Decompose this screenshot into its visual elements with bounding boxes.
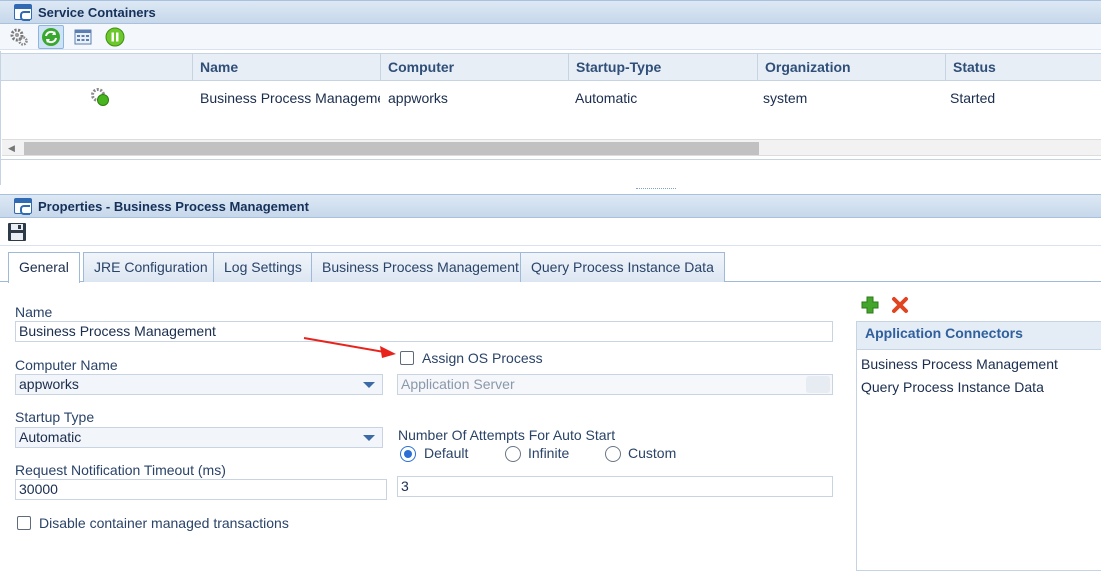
app-logo-icon: [14, 4, 32, 21]
properties-header: Properties - Business Process Management: [0, 194, 1101, 218]
tab-business-process-management[interactable]: Business Process Management: [311, 252, 530, 282]
computer-name-label: Computer Name: [15, 357, 118, 373]
radio-custom-label: Custom: [628, 445, 677, 461]
row-computer-cell: appworks: [388, 90, 448, 106]
radio-custom[interactable]: [605, 446, 621, 462]
disable-tx-checkbox[interactable]: [17, 516, 31, 530]
computer-name-select[interactable]: appworks: [15, 374, 383, 395]
container-status-cell: [89, 82, 119, 114]
column-header-startup-type[interactable]: Startup-Type: [568, 54, 757, 80]
save-icon: [8, 222, 26, 241]
horizontal-scrollbar[interactable]: ◀: [2, 139, 1101, 156]
startup-type-value: Automatic: [19, 429, 82, 445]
row-startup-type-cell: Automatic: [575, 90, 638, 106]
column-header-status[interactable]: Status: [945, 54, 1101, 80]
grid-header-row: Name Computer Startup-Type Organization …: [1, 53, 1101, 81]
computer-name-value: appworks: [19, 376, 79, 392]
os-process-select: Application Server: [397, 374, 833, 395]
annotation-arrow-icon: [303, 337, 396, 358]
plus-icon: [861, 296, 879, 314]
tab-jre-configuration[interactable]: JRE Configuration: [83, 252, 219, 282]
panel-splitter[interactable]: [0, 182, 1101, 192]
column-header-name[interactable]: Name: [192, 54, 380, 80]
scrollbar-thumb[interactable]: [24, 142, 759, 155]
properties-tabbar: General JRE Configuration Log Settings B…: [0, 247, 1101, 283]
app-logo-icon: [14, 198, 32, 215]
scroll-left-icon[interactable]: ◀: [8, 143, 15, 154]
chevron-down-icon[interactable]: [356, 428, 382, 447]
service-containers-toolbar: [0, 24, 1101, 50]
name-input[interactable]: Business Process Management: [15, 321, 833, 342]
assign-os-process-label: Assign OS Process: [422, 350, 543, 366]
application-connectors-title: Application Connectors: [857, 322, 1101, 350]
tab-general[interactable]: General: [8, 252, 80, 283]
list-item[interactable]: Query Process Instance Data: [861, 379, 1044, 395]
attempts-input[interactable]: 3: [397, 476, 833, 497]
service-containers-title: Service Containers: [38, 4, 156, 20]
splitter-grip-icon[interactable]: [636, 188, 676, 190]
timeout-input[interactable]: 30000: [15, 479, 387, 500]
refresh-icon: [42, 27, 60, 46]
gears-button[interactable]: [6, 25, 32, 49]
row-organization-cell: system: [763, 90, 808, 106]
pause-icon: [105, 27, 125, 46]
container-running-icon: [91, 88, 109, 106]
startup-type-select[interactable]: Automatic: [15, 427, 383, 448]
radio-default-label: Default: [424, 445, 469, 461]
disable-tx-label: Disable container managed transactions: [39, 515, 289, 531]
close-icon: [892, 297, 908, 313]
timeout-label: Request Notification Timeout (ms): [15, 462, 226, 478]
attempts-label: Number Of Attempts For Auto Start: [398, 427, 616, 443]
properties-title: Properties - Business Process Management: [38, 198, 309, 214]
startup-type-label: Startup Type: [15, 409, 95, 425]
service-containers-grid: Name Computer Startup-Type Organization …: [0, 51, 1101, 159]
gears-icon: [10, 28, 28, 46]
radio-default[interactable]: [400, 446, 416, 462]
name-label: Name: [15, 304, 53, 320]
tab-query-process-instance-data[interactable]: Query Process Instance Data: [520, 252, 725, 282]
assign-os-process-checkbox[interactable]: [400, 351, 414, 365]
application-connectors-panel: Application Connectors Business Process …: [856, 321, 1101, 571]
radio-infinite-label: Infinite: [528, 445, 570, 461]
list-item[interactable]: Business Process Management: [861, 356, 1058, 372]
pause-button[interactable]: [102, 25, 128, 49]
properties-toolbar: [0, 218, 1101, 246]
grid-view-button[interactable]: [70, 25, 96, 49]
add-connector-button[interactable]: [860, 295, 880, 315]
row-status-cell: Started: [950, 90, 996, 106]
refresh-button[interactable]: [38, 24, 64, 49]
grid-icon: [74, 29, 92, 44]
column-header-computer[interactable]: Computer: [380, 54, 568, 80]
row-name-cell: Business Process Manageme: [200, 90, 380, 106]
radio-infinite[interactable]: [505, 446, 521, 462]
remove-connector-button[interactable]: [890, 295, 910, 315]
table-row[interactable]: Business Process Manageme appworks Autom…: [1, 82, 1101, 114]
tab-log-settings[interactable]: Log Settings: [213, 252, 313, 282]
os-process-dropdown-icon: [806, 376, 830, 393]
service-containers-header: Service Containers: [0, 0, 1101, 24]
chevron-down-icon[interactable]: [356, 375, 382, 394]
save-button[interactable]: [4, 220, 30, 244]
os-process-value: Application Server: [401, 376, 515, 392]
column-header-organization[interactable]: Organization: [757, 54, 945, 80]
